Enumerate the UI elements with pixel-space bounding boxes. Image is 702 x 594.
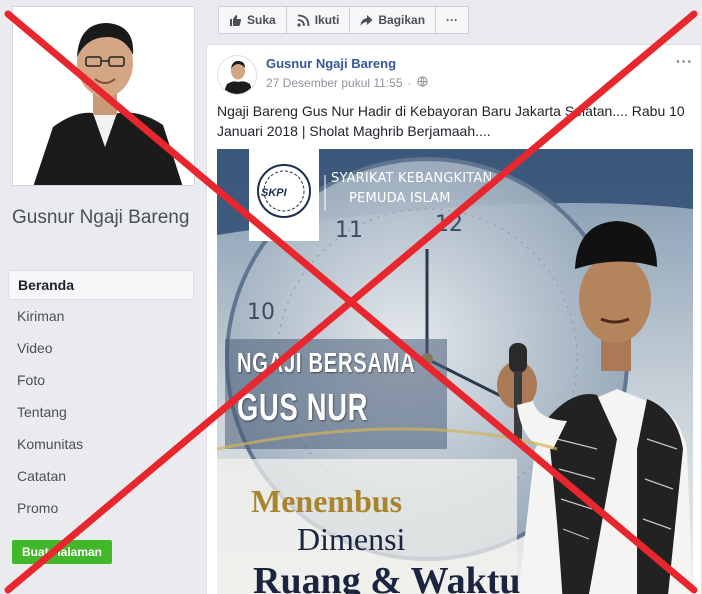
poster-headline-line2: GUS NUR	[237, 387, 369, 429]
post-options-button[interactable]: ···	[676, 53, 693, 69]
create-page-button[interactable]: Buat Halaman	[12, 540, 112, 564]
svg-text:10: 10	[247, 300, 275, 325]
poster-title-line3: Ruang & Waktu	[253, 560, 521, 594]
share-button[interactable]: Bagikan	[350, 7, 437, 33]
org-name-line2: PEMUDA ISLAM	[349, 191, 451, 206]
post-timestamp[interactable]: 27 Desember pukul 11:55	[266, 76, 403, 90]
share-label: Bagikan	[378, 13, 426, 27]
like-label: Suka	[247, 13, 276, 27]
more-dots-icon: ···	[446, 13, 459, 27]
post-avatar[interactable]	[217, 55, 257, 95]
thumbs-up-icon	[229, 14, 242, 27]
globe-icon	[416, 76, 428, 90]
svg-text:11: 11	[335, 218, 363, 243]
separator-dot: ·	[407, 76, 412, 90]
sidebar-item-komunitas[interactable]: Komunitas	[8, 428, 194, 460]
page-name[interactable]: Gusnur Ngaji Bareng	[12, 204, 192, 232]
follow-button[interactable]: Ikuti	[287, 7, 351, 33]
post-text: Ngaji Bareng Gus Nur Hadir di Kebayoran …	[217, 103, 685, 139]
rss-icon	[297, 14, 310, 27]
post-author[interactable]: Gusnur Ngaji Bareng	[266, 56, 396, 71]
like-button[interactable]: Suka	[219, 7, 287, 33]
skpi-badge-label: SKPI	[261, 187, 287, 199]
more-options-button[interactable]: ···	[436, 7, 468, 33]
poster-title-line1: Menembus	[251, 483, 403, 519]
org-name-line1: SYARIKAT KEBANGKITAN	[331, 171, 493, 186]
profile-photo[interactable]	[12, 6, 195, 186]
sidebar-item-kiriman[interactable]: Kiriman	[8, 300, 194, 332]
sidebar-item-beranda[interactable]: Beranda	[8, 270, 194, 300]
follow-label: Ikuti	[314, 13, 340, 27]
sidebar-item-foto[interactable]: Foto	[8, 364, 194, 396]
sidebar-nav: Beranda Kiriman Video Foto Tentang Komun…	[8, 270, 194, 524]
left-column: Gusnur Ngaji Bareng Beranda Kiriman Vide…	[0, 0, 202, 594]
sidebar-item-tentang[interactable]: Tentang	[8, 396, 194, 428]
share-arrow-icon	[360, 14, 373, 27]
post-image[interactable]: 12 11 10 SKPI SYARIKAT KEBANGKITAN PEMUD…	[217, 149, 693, 594]
post-card: Gusnur Ngaji Bareng 27 Desember pukul 11…	[206, 44, 702, 594]
profile-photo-graphic	[13, 7, 194, 185]
poster-title-line2: Dimensi	[297, 521, 406, 557]
page-action-bar: Suka Ikuti Bagikan ···	[218, 6, 470, 34]
poster-headline-line1: NGAJI BERSAMA	[237, 347, 416, 378]
sidebar-item-video[interactable]: Video	[8, 332, 194, 364]
svg-text:12: 12	[435, 212, 463, 237]
sidebar-item-catatan[interactable]: Catatan	[8, 460, 194, 492]
sidebar-item-promo[interactable]: Promo	[8, 492, 194, 524]
post-meta: 27 Desember pukul 11:55 ·	[266, 76, 428, 90]
avatar-graphic	[218, 56, 256, 94]
